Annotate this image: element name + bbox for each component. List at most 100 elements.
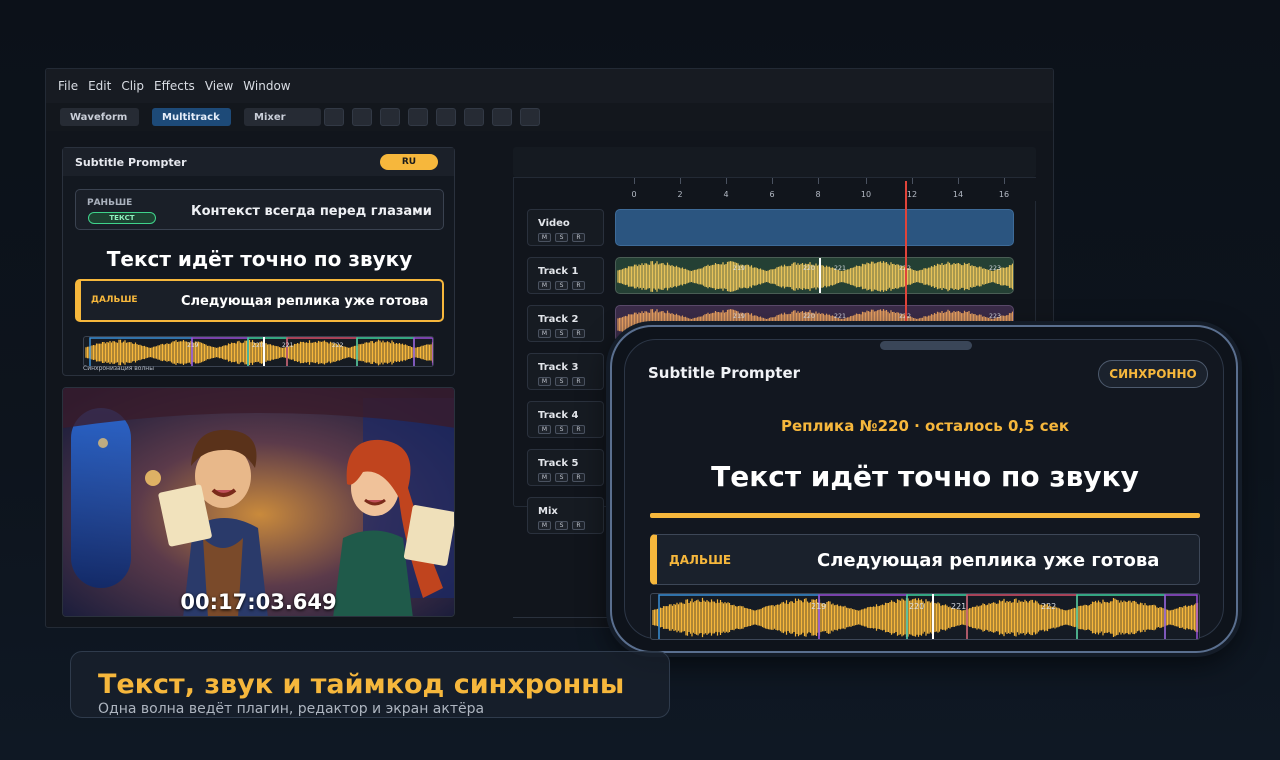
mute-button[interactable]: M: [538, 233, 551, 242]
record-button[interactable]: R: [572, 521, 585, 530]
playhead[interactable]: [905, 181, 907, 326]
next-line: ДАЛЬШЕ Следующая реплика уже готова: [75, 279, 444, 322]
ruler-label: 6: [769, 190, 775, 199]
record-button[interactable]: R: [572, 329, 585, 338]
mute-button[interactable]: M: [538, 281, 551, 290]
record-button[interactable]: R: [572, 281, 585, 290]
scene-illustration: [63, 388, 454, 616]
sync-waveform[interactable]: 219 220 221 222: [83, 336, 434, 367]
horizontal-scrollbar[interactable]: [513, 617, 613, 625]
cue-marker: 221: [834, 265, 846, 272]
mute-button[interactable]: M: [538, 425, 551, 434]
tool-button[interactable]: [352, 108, 372, 126]
solo-button[interactable]: S: [555, 425, 568, 434]
tab-waveform[interactable]: Waveform: [60, 108, 139, 126]
track-name: Track 1: [538, 266, 579, 277]
tab-mixer[interactable]: Mixer: [244, 108, 321, 126]
video-preview[interactable]: 00:17:03.649: [62, 387, 455, 617]
ruler-label: 8: [815, 190, 821, 199]
ruler-label: 16: [998, 190, 1010, 199]
phone-app-title: Subtitle Prompter: [648, 364, 801, 382]
waveform-graphic: 219 220 221 222: [85, 337, 433, 366]
ruler-tick: [866, 178, 867, 184]
track-header[interactable]: Track 2 MSR: [527, 305, 604, 342]
next-label: ДАЛЬШЕ: [91, 295, 138, 305]
solo-button[interactable]: S: [555, 521, 568, 530]
cue-marker: 219: [811, 602, 826, 611]
menu-bar: File Edit Clip Effects View Window: [46, 69, 1053, 103]
previous-label: РАНЬШЕ: [87, 198, 133, 208]
tool-button[interactable]: [464, 108, 484, 126]
solo-button[interactable]: S: [555, 281, 568, 290]
track-name: Track 2: [538, 314, 579, 325]
menu-window[interactable]: Window: [243, 79, 290, 93]
audio-clip-track-1[interactable]: 219220221222223: [615, 257, 1014, 294]
cue-marker: 220: [909, 602, 924, 611]
current-line: Текст идёт точно по звуку: [106, 247, 413, 271]
tool-button[interactable]: [436, 108, 456, 126]
record-button[interactable]: R: [572, 377, 585, 386]
track-header[interactable]: Mix M S R: [527, 497, 604, 534]
mute-button[interactable]: M: [538, 329, 551, 338]
ruler-label: 10: [860, 190, 872, 199]
video-clip[interactable]: [615, 209, 1014, 246]
track-name: Track 4: [538, 410, 579, 421]
ruler-label: 4: [723, 190, 729, 199]
record-button[interactable]: R: [572, 473, 585, 482]
waveform-graphic: 219 220 221 222: [652, 594, 1199, 639]
ruler-tick: [1004, 178, 1005, 184]
track-header[interactable]: Track 3 MSR: [527, 353, 604, 390]
mute-button[interactable]: M: [538, 377, 551, 386]
cue-marker: 219: [733, 265, 745, 272]
ruler-label: 12: [906, 190, 918, 199]
tool-button[interactable]: [408, 108, 428, 126]
ruler-tick: [958, 178, 959, 184]
waveform-caption: Синхронизация волны: [83, 365, 154, 372]
record-button[interactable]: R: [572, 233, 585, 242]
cue-marker: 221: [834, 313, 846, 320]
solo-button[interactable]: S: [555, 329, 568, 338]
menu-edit[interactable]: Edit: [88, 79, 111, 93]
track-name: Video: [538, 218, 570, 229]
menu-effects[interactable]: Effects: [154, 79, 195, 93]
tab-multitrack[interactable]: Multitrack: [152, 108, 231, 126]
track-header[interactable]: Track 5 MSR: [527, 449, 604, 486]
subtitle-prompter-panel: Subtitle Prompter RU РАНЬШЕ ТЕКСТ Контек…: [62, 147, 455, 376]
tool-button[interactable]: [520, 108, 540, 126]
menu-clip[interactable]: Clip: [121, 79, 144, 93]
track-header[interactable]: Video M S R: [527, 209, 604, 246]
cue-marker: 223: [989, 313, 1001, 320]
sync-status-badge[interactable]: СИНХРОННО: [1098, 360, 1208, 388]
tool-button[interactable]: [324, 108, 344, 126]
track-controls: MSR: [538, 377, 585, 386]
track-controls: MSR: [538, 425, 585, 434]
replica-counter: Реплика №220 · осталось 0,5 сек: [781, 417, 1069, 435]
cue-marker: 221: [282, 342, 294, 349]
solo-button[interactable]: S: [555, 377, 568, 386]
menu-file[interactable]: File: [58, 79, 78, 93]
solo-button[interactable]: S: [555, 233, 568, 242]
cue-marker: 222: [1041, 602, 1056, 611]
caption-title: Текст, звук и таймкод синхронны: [98, 669, 625, 700]
timeline-ruler[interactable]: 0 2 4 6 8 10 12 14 16: [513, 177, 1036, 201]
cue-marker: 220: [803, 265, 815, 272]
tool-button[interactable]: [380, 108, 400, 126]
track-controls: MSR: [538, 521, 585, 530]
previous-line: РАНЬШЕ ТЕКСТ Контекст всегда перед глаза…: [75, 189, 444, 230]
cue-marker: 222: [332, 342, 344, 349]
record-button[interactable]: R: [572, 425, 585, 434]
track-header[interactable]: Track 1 MSR: [527, 257, 604, 294]
panel-title: Subtitle Prompter: [75, 155, 187, 169]
ruler-tick: [818, 178, 819, 184]
cue-marker: 221: [951, 602, 966, 611]
menu-view[interactable]: View: [205, 79, 233, 93]
cue-marker: 219: [187, 342, 199, 349]
language-badge[interactable]: RU: [380, 154, 438, 170]
track-header[interactable]: Track 4 MSR: [527, 401, 604, 438]
previous-text: Контекст всегда перед глазами: [191, 204, 432, 219]
tool-button[interactable]: [492, 108, 512, 126]
mute-button[interactable]: M: [538, 521, 551, 530]
phone-waveform[interactable]: 219 220 221 222: [650, 593, 1200, 640]
solo-button[interactable]: S: [555, 473, 568, 482]
mute-button[interactable]: M: [538, 473, 551, 482]
